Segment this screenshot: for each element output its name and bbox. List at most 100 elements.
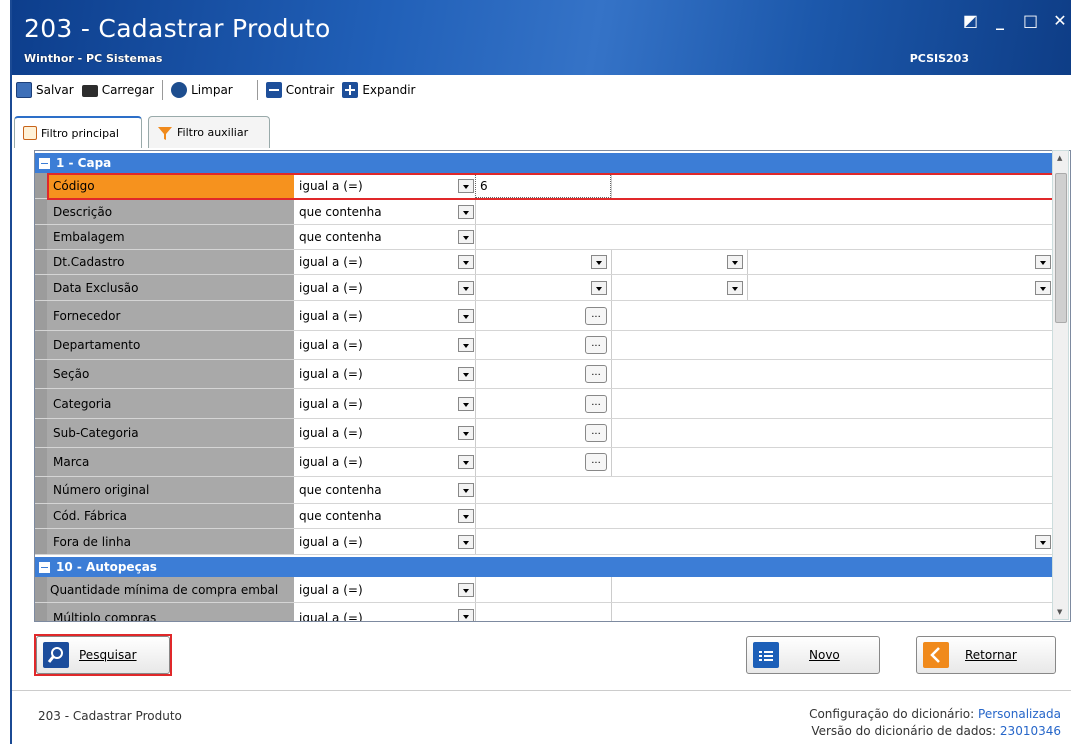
- dropdown-arrow-icon[interactable]: [458, 483, 474, 497]
- filter-row-numero-original[interactable]: Número original que contenha: [35, 477, 1055, 504]
- dropdown-arrow-icon[interactable]: [458, 534, 474, 549]
- value-input-secondary[interactable]: [611, 577, 1055, 602]
- vertical-scrollbar[interactable]: ▲ ▼: [1052, 150, 1069, 620]
- operator-select[interactable]: que contenha: [295, 225, 457, 249]
- clear-button[interactable]: Limpar: [167, 78, 237, 102]
- filter-row-multiplo-compras[interactable]: Múltiplo compras igual a (=): [35, 603, 1055, 621]
- operator-select[interactable]: igual a (=): [295, 419, 457, 447]
- dropdown-arrow-icon[interactable]: [1035, 534, 1051, 549]
- dropdown-arrow-icon[interactable]: [1035, 255, 1051, 269]
- lookup-input[interactable]: ...: [475, 419, 611, 447]
- dropdown-arrow-icon[interactable]: [1035, 280, 1051, 295]
- operator-select[interactable]: igual a (=): [295, 577, 457, 602]
- dropdown-arrow-icon[interactable]: [458, 308, 474, 323]
- value-input[interactable]: [475, 199, 1055, 224]
- operator-select[interactable]: igual a (=): [295, 301, 457, 330]
- filter-row-secao[interactable]: Seção igual a (=) ...: [35, 360, 1055, 389]
- expand-button[interactable]: Expandir: [338, 78, 419, 102]
- scroll-down-icon[interactable]: ▼: [1057, 608, 1062, 616]
- dropdown-arrow-icon[interactable]: [591, 255, 607, 269]
- dropdown-arrow-icon[interactable]: [458, 338, 474, 352]
- filter-row-sub-categoria[interactable]: Sub-Categoria igual a (=) ...: [35, 419, 1055, 448]
- dropdown-arrow-icon[interactable]: [458, 204, 474, 219]
- value-input[interactable]: [475, 603, 611, 621]
- load-button[interactable]: Carregar: [78, 78, 158, 102]
- filter-row-embalagem[interactable]: Embalagem que contenha: [35, 225, 1055, 250]
- operator-select[interactable]: igual a (=): [295, 275, 457, 300]
- filter-row-fora-de-linha[interactable]: Fora de linha igual a (=): [35, 529, 1055, 555]
- collapse-button[interactable]: Contrair: [262, 78, 339, 102]
- operator-select[interactable]: igual a (=): [295, 360, 457, 388]
- ellipsis-button[interactable]: ...: [585, 365, 607, 383]
- dropdown-arrow-icon[interactable]: [727, 280, 743, 295]
- tab-aux-filter[interactable]: Filtro auxiliar: [148, 116, 270, 148]
- operator-select[interactable]: igual a (=): [295, 389, 457, 418]
- value-select[interactable]: [475, 529, 1055, 554]
- date-start-input[interactable]: [475, 275, 611, 300]
- ellipsis-button[interactable]: ...: [585, 424, 607, 442]
- tab-main-filter[interactable]: Filtro principal: [14, 116, 142, 148]
- filter-row-cod-fabrica[interactable]: Cód. Fábrica que contenha: [35, 504, 1055, 529]
- operator-select[interactable]: que contenha: [295, 199, 457, 224]
- operator-select[interactable]: que contenha: [295, 504, 457, 528]
- scroll-up-icon[interactable]: ▲: [1057, 154, 1062, 162]
- dropdown-arrow-icon[interactable]: [458, 280, 474, 295]
- section-capa[interactable]: 1 - Capa: [35, 153, 1055, 173]
- filter-row-qtd-minima[interactable]: Quantidade mínima de compra embal igual …: [35, 577, 1055, 603]
- section-autopecas[interactable]: 10 - Autopeças: [35, 557, 1055, 577]
- date-end-input[interactable]: [611, 250, 747, 274]
- dropdown-arrow-icon[interactable]: [458, 255, 474, 269]
- value-input-secondary[interactable]: [611, 603, 1055, 621]
- date-extra-input[interactable]: [747, 275, 1055, 300]
- filter-row-descricao[interactable]: Descrição que contenha: [35, 199, 1055, 225]
- filter-row-departamento[interactable]: Departamento igual a (=) ...: [35, 331, 1055, 360]
- scroll-thumb[interactable]: [1055, 173, 1067, 323]
- collapse-section-icon[interactable]: [39, 157, 50, 169]
- operator-select[interactable]: igual a (=): [295, 250, 457, 274]
- filter-row-data-exclusao[interactable]: Data Exclusão igual a (=): [35, 275, 1055, 301]
- date-extra-input[interactable]: [747, 250, 1055, 274]
- operator-select[interactable]: igual a (=): [295, 448, 457, 476]
- operator-select[interactable]: igual a (=): [295, 529, 457, 554]
- lookup-input[interactable]: ...: [475, 360, 611, 388]
- back-button[interactable]: Retornar: [916, 636, 1056, 674]
- collapse-section-icon[interactable]: [39, 561, 50, 573]
- filter-row-categoria[interactable]: Categoria igual a (=) ...: [35, 389, 1055, 419]
- dropdown-arrow-icon[interactable]: [591, 280, 607, 295]
- dropdown-arrow-icon[interactable]: [458, 608, 474, 621]
- date-start-input[interactable]: [475, 250, 611, 274]
- operator-select[interactable]: igual a (=): [295, 331, 457, 359]
- value-input[interactable]: [475, 504, 1055, 528]
- filter-row-dt-cadastro[interactable]: Dt.Cadastro igual a (=): [35, 250, 1055, 275]
- dropdown-arrow-icon[interactable]: [458, 396, 474, 411]
- date-end-input[interactable]: [611, 275, 747, 300]
- lookup-input[interactable]: ...: [475, 448, 611, 476]
- value-input[interactable]: [475, 577, 611, 602]
- operator-select[interactable]: que contenha: [295, 477, 457, 503]
- lookup-input[interactable]: ...: [475, 331, 611, 359]
- value-input[interactable]: [475, 477, 1055, 503]
- dropdown-arrow-icon[interactable]: [727, 255, 743, 269]
- lookup-input[interactable]: ...: [475, 389, 611, 418]
- dropdown-arrow-icon[interactable]: [458, 582, 474, 597]
- dropdown-arrow-icon[interactable]: [458, 509, 474, 523]
- filter-row-marca[interactable]: Marca igual a (=) ...: [35, 448, 1055, 477]
- close-icon[interactable]: ✕: [1053, 13, 1067, 29]
- ellipsis-button[interactable]: ...: [585, 453, 607, 471]
- dropdown-arrow-icon[interactable]: [458, 426, 474, 440]
- ellipsis-button[interactable]: ...: [585, 306, 607, 325]
- maximize-icon[interactable]: □: [1023, 13, 1038, 29]
- value-input[interactable]: [475, 225, 1055, 249]
- ellipsis-button[interactable]: ...: [585, 336, 607, 354]
- new-button[interactable]: Novo: [746, 636, 880, 674]
- minimize-icon[interactable]: _: [993, 13, 1007, 29]
- ellipsis-button[interactable]: ...: [585, 394, 607, 413]
- restore-icon[interactable]: ◩: [963, 13, 978, 29]
- dropdown-arrow-icon[interactable]: [458, 367, 474, 381]
- lookup-input[interactable]: ...: [475, 301, 611, 330]
- dropdown-arrow-icon[interactable]: [458, 230, 474, 244]
- dropdown-arrow-icon[interactable]: [458, 455, 474, 469]
- filter-row-fornecedor[interactable]: Fornecedor igual a (=) ...: [35, 301, 1055, 331]
- operator-select[interactable]: igual a (=): [295, 603, 457, 621]
- save-button[interactable]: Salvar: [12, 78, 78, 102]
